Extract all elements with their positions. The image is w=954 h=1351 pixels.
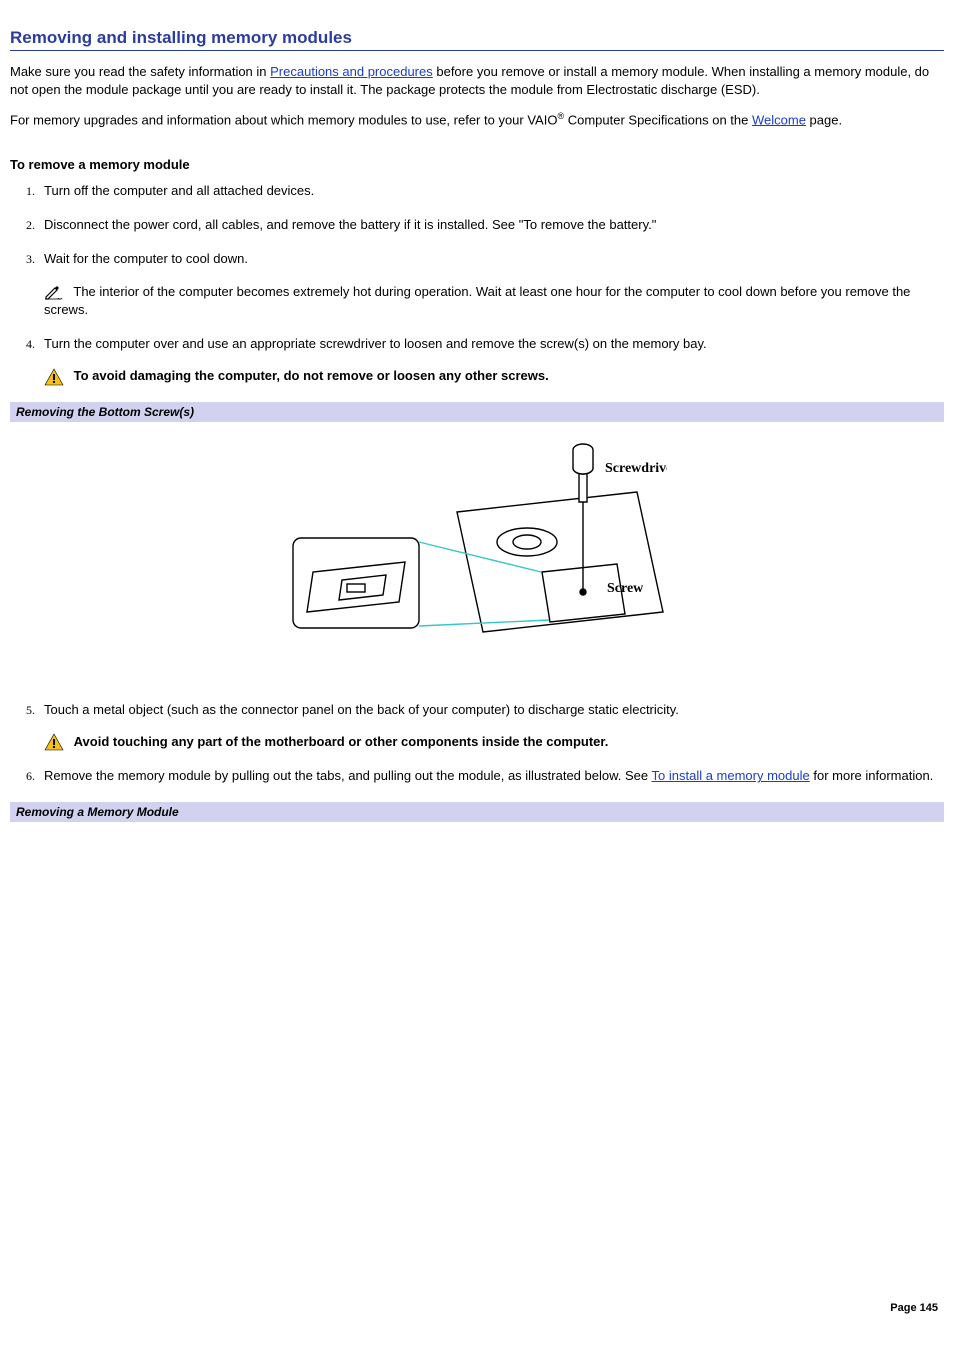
step-4-warning: To avoid damaging the computer, do not r… xyxy=(44,367,944,386)
step-4-warning-text: To avoid damaging the computer, do not r… xyxy=(74,368,549,383)
fig1-label-screwdriver: Screwdriver xyxy=(605,461,667,476)
warning-icon xyxy=(44,368,64,386)
step-5-text: Touch a metal object (such as the connec… xyxy=(44,702,679,717)
step-2: Disconnect the power cord, all cables, a… xyxy=(38,216,944,234)
step-5-warning: Avoid touching any part of the motherboa… xyxy=(44,733,944,752)
step-6-text-a: Remove the memory module by pulling out … xyxy=(44,768,652,783)
step-3-note: The interior of the computer becomes ext… xyxy=(44,283,944,319)
step-1: Turn off the computer and all attached d… xyxy=(38,182,944,200)
step-3: Wait for the computer to cool down. The … xyxy=(38,250,944,319)
welcome-link[interactable]: Welcome xyxy=(752,112,806,127)
page-title: Removing and installing memory modules xyxy=(10,28,944,51)
step-6: Remove the memory module by pulling out … xyxy=(38,767,944,785)
intro-text-2b: Computer Specifications on the xyxy=(564,112,752,127)
step-4: Turn the computer over and use an approp… xyxy=(38,335,944,386)
figure-1-caption: Removing the Bottom Screw(s) xyxy=(10,402,944,422)
figure-1-image: Screwdriver Screw xyxy=(10,422,944,701)
intro-text-1a: Make sure you read the safety informatio… xyxy=(10,64,270,79)
fig1-label-screw: Screw xyxy=(607,581,644,596)
step-5-warning-text: Avoid touching any part of the motherboa… xyxy=(74,734,609,749)
steps-list-continued: Touch a metal object (such as the connec… xyxy=(38,701,944,786)
intro-text-2c: page. xyxy=(806,112,842,127)
step-5: Touch a metal object (such as the connec… xyxy=(38,701,944,752)
intro-text-2a: For memory upgrades and information abou… xyxy=(10,112,557,127)
page-number: Page 145 xyxy=(10,1302,944,1314)
warning-icon xyxy=(44,733,64,751)
install-module-link[interactable]: To install a memory module xyxy=(652,768,810,783)
step-4-text: Turn the computer over and use an approp… xyxy=(44,336,707,351)
step-3-note-text: The interior of the computer becomes ext… xyxy=(44,284,910,317)
step-3-text: Wait for the computer to cool down. xyxy=(44,251,248,266)
subhead-remove: To remove a memory module xyxy=(10,157,944,172)
steps-list: Turn off the computer and all attached d… xyxy=(38,182,944,386)
intro-paragraph-1: Make sure you read the safety informatio… xyxy=(10,63,944,98)
intro-paragraph-2: For memory upgrades and information abou… xyxy=(10,110,944,129)
pencil-note-icon xyxy=(44,284,64,300)
precautions-link[interactable]: Precautions and procedures xyxy=(270,64,433,79)
figure-2-caption: Removing a Memory Module xyxy=(10,802,944,822)
step-6-text-b: for more information. xyxy=(810,768,934,783)
